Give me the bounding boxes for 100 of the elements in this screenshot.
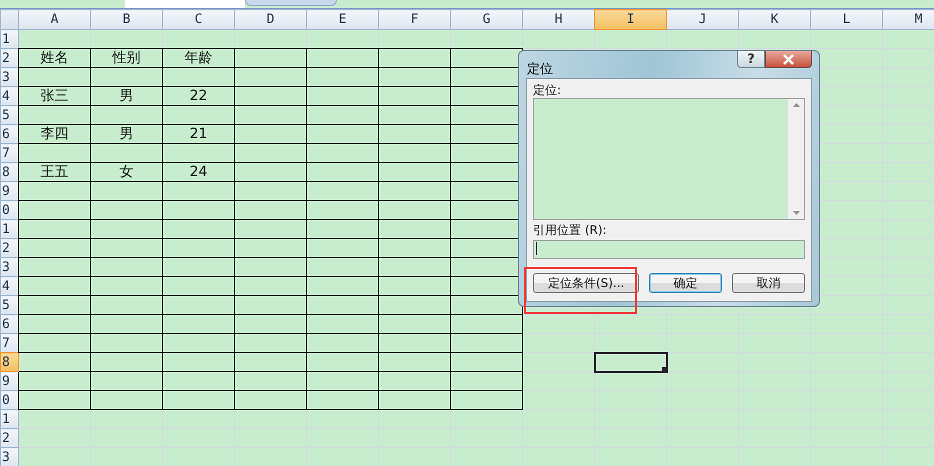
row-header[interactable]: 1 [0,30,18,48]
close-button[interactable] [765,51,812,68]
row-header[interactable]: 8 [0,352,18,372]
table-cell [90,238,162,258]
table-cell [378,220,450,238]
table-cell [450,30,522,48]
row-header[interactable]: 1 [0,410,18,428]
table-cell [234,276,306,296]
table-cell [378,124,450,144]
row-header[interactable]: 3 [0,68,18,86]
column-header[interactable]: G [450,10,522,30]
scroll-down-icon[interactable] [792,211,800,215]
table-cell: 年龄 [162,48,234,68]
table-cell: 性别 [90,48,162,68]
row-header[interactable]: 2 [0,238,18,258]
table-cell [378,334,450,352]
column-header[interactable]: H [522,10,594,30]
criteria-button[interactable]: 定位条件(S)... [533,273,640,293]
table-cell [90,296,162,314]
table-cell [378,182,450,200]
cancel-button[interactable]: 取消 [732,273,805,293]
column-header[interactable]: A [18,10,90,30]
row-header[interactable]: 3 [0,448,18,466]
column-header[interactable]: I [594,10,666,30]
row-header[interactable]: 0 [0,390,18,410]
table-cell [90,390,162,410]
column-header[interactable]: C [162,10,234,30]
table-cell [234,106,306,124]
table-cell [162,238,234,258]
table-cell [378,258,450,276]
scroll-up-icon[interactable] [792,103,800,107]
table-cell [234,86,306,106]
table-cell [666,30,738,48]
column-header[interactable]: M [882,10,934,30]
column-header[interactable]: E [306,10,378,30]
row-header[interactable]: 4 [0,86,18,106]
row-header[interactable]: 2 [0,428,18,448]
table-cell [234,144,306,162]
row-header[interactable]: 0 [0,200,18,220]
table-cell [522,30,594,48]
table-cell [450,410,522,428]
row-header[interactable]: 6 [0,124,18,144]
row-header[interactable]: 2 [0,48,18,68]
table-cell [378,410,450,428]
help-button[interactable]: ? [737,51,765,68]
formula-bar-toggle[interactable] [245,0,337,6]
column-header[interactable]: F [378,10,450,30]
table-cell [306,162,378,182]
row-header[interactable]: 7 [0,144,18,162]
column-header[interactable]: K [738,10,810,30]
table-cell [162,296,234,314]
table-cell [234,352,306,372]
table-cell [90,220,162,238]
table-cell [306,258,378,276]
table-cell [234,258,306,276]
table-cell [378,238,450,258]
table-cell [234,238,306,258]
reference-field[interactable] [533,240,805,259]
table-cell [162,68,234,86]
table-cell [90,182,162,200]
table-cell [522,410,594,428]
table-cell: 张三 [18,86,90,106]
row-header[interactable]: 6 [0,314,18,334]
table-cell [162,258,234,276]
table-cell [234,314,306,334]
row-header[interactable]: 9 [0,372,18,390]
row-header[interactable]: 4 [0,276,18,296]
table-cell: 姓名 [18,48,90,68]
table-cell [378,276,450,296]
row-header[interactable]: 5 [0,106,18,124]
table-cell [378,314,450,334]
row-header[interactable]: 1 [0,220,18,238]
table-cell [378,200,450,220]
column-header[interactable]: D [234,10,306,30]
row-header[interactable]: 5 [0,296,18,314]
table-cell [234,390,306,410]
table-cell [594,30,666,48]
table-cell [378,162,450,182]
table-cell [234,296,306,314]
table-cell [306,68,378,86]
table-cell [234,30,306,48]
ok-button[interactable]: 确定 [649,273,722,293]
row-header[interactable]: 9 [0,182,18,200]
scrollbar[interactable] [787,99,804,219]
select-all-corner[interactable] [0,10,18,30]
table-cell [306,200,378,220]
row-header[interactable]: 7 [0,334,18,352]
row-header[interactable]: 8 [0,162,18,182]
goto-list[interactable] [533,98,805,220]
table-cell [234,220,306,238]
table-cell [378,372,450,390]
column-header[interactable]: J [666,10,738,30]
table-cell [162,220,234,238]
table-cell [90,200,162,220]
row-header[interactable]: 3 [0,258,18,276]
column-header[interactable]: B [90,10,162,30]
table-cell [234,182,306,200]
column-header[interactable]: L [810,10,882,30]
table-cell [450,372,522,390]
formula-field[interactable] [125,0,245,8]
